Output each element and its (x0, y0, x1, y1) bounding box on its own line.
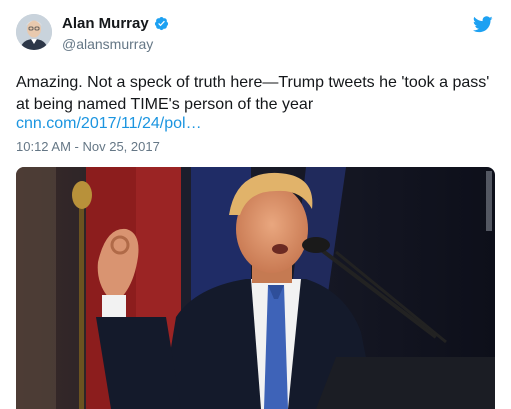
tweet-media-photo[interactable] (16, 167, 495, 409)
avatar[interactable] (16, 14, 52, 50)
photo-speaker-at-podium (16, 167, 495, 409)
twitter-bird-icon[interactable] (473, 16, 493, 33)
verified-badge-icon (154, 16, 168, 31)
author-handle[interactable]: @alansmurray (62, 36, 153, 52)
tweet-text: Amazing. Not a speck of truth here—Trump… (16, 74, 490, 113)
author-name[interactable]: Alan Murray (62, 15, 149, 32)
avatar-image (16, 14, 52, 50)
tweet-link[interactable]: cnn.com/2017/11/24/pol… (16, 114, 202, 134)
tweet-timestamp[interactable]: 10:12 AM - Nov 25, 2017 (16, 139, 160, 154)
author-name-row: Alan Murray (62, 15, 169, 32)
